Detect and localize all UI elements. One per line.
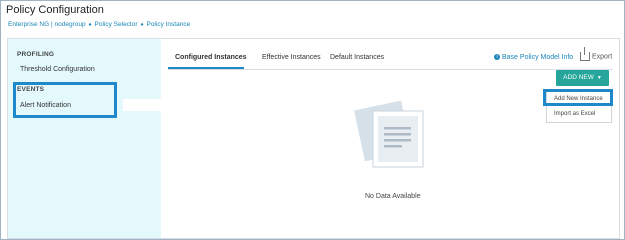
tab-effective-instances[interactable]: Effective Instances: [262, 54, 321, 61]
breadcrumb-item-nodegroup[interactable]: Enterprise NG | nodegroup: [8, 21, 86, 28]
caret-down-icon: ▼: [596, 75, 602, 81]
events-highlight-box: [13, 82, 117, 118]
info-link-label: Base Policy Model Info: [502, 54, 574, 61]
add-new-button[interactable]: ADD NEW ▼: [556, 70, 609, 86]
export-label: Export: [592, 53, 613, 61]
sidebar: PROFILING Threshold Configuration EVENTS…: [8, 39, 161, 238]
empty-document-icon: [354, 100, 424, 168]
breadcrumb-item-policy-selector[interactable]: Policy Selector: [95, 21, 138, 28]
add-new-instance-highlight-box: [543, 89, 613, 106]
no-data-message: No Data Available: [365, 193, 421, 200]
breadcrumb-separator-icon: ●: [88, 22, 92, 28]
export-button[interactable]: Export: [580, 47, 613, 61]
base-policy-model-info-link[interactable]: i Base Policy Model Info: [494, 54, 573, 61]
breadcrumb: Enterprise NG | nodegroup ● Policy Selec…: [8, 21, 190, 28]
menu-item-import-as-excel[interactable]: Import as Excel: [554, 111, 595, 117]
active-tab-underline: [168, 67, 244, 69]
page-title: Policy Configuration: [6, 4, 104, 16]
policy-card: PROFILING Threshold Configuration EVENTS…: [7, 38, 620, 239]
export-icon: [580, 47, 590, 61]
info-icon: i: [494, 54, 500, 61]
breadcrumb-item-policy-instance[interactable]: Policy Instance: [146, 21, 190, 28]
sidebar-active-indicator: [123, 99, 161, 111]
sidebar-heading-profiling: PROFILING: [17, 51, 55, 58]
tab-configured-instances[interactable]: Configured Instances: [175, 54, 247, 61]
add-new-label: ADD NEW: [563, 74, 594, 81]
tab-default-instances[interactable]: Default Instances: [330, 54, 384, 61]
sidebar-item-threshold-configuration[interactable]: Threshold Configuration: [20, 66, 95, 73]
breadcrumb-separator-icon: ●: [140, 22, 144, 28]
